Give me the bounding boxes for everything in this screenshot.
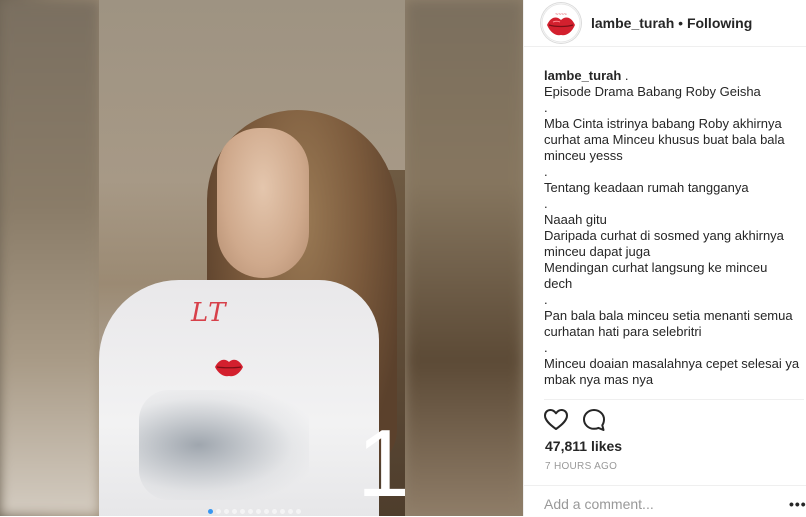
carousel-dot: [256, 509, 261, 514]
header-user: lambe_turah • Following: [591, 15, 752, 31]
post-timestamp[interactable]: 7 HOURS AGO: [545, 461, 617, 472]
more-options-icon[interactable]: •••: [789, 496, 806, 512]
username-link[interactable]: lambe_turah: [591, 15, 674, 31]
comment-bubble-icon[interactable]: [581, 407, 607, 433]
heart-icon[interactable]: [543, 407, 569, 433]
carousel-dot: [296, 509, 301, 514]
caption-line: .: [544, 340, 548, 355]
post-side-panel: ~~~~ lambe_turah • Following lambe_turah…: [523, 0, 806, 516]
caption-line: Tentang keadaan rumah tangganya: [544, 180, 749, 195]
video-frame[interactable]: LT 1: [99, 0, 405, 516]
post-media[interactable]: LT 1: [0, 0, 523, 516]
carousel-dot: [248, 509, 253, 514]
caption-line: mbak nya mas nya: [544, 372, 654, 387]
caption-line: .: [544, 164, 548, 179]
caption-line: .: [544, 292, 548, 307]
caption-line: Minceu doaian masalahnya cepet selesai y…: [544, 356, 800, 371]
svg-text:~~~~: ~~~~: [555, 12, 567, 18]
carousel-dot: [280, 509, 285, 514]
watermark-lt: LT: [191, 298, 228, 328]
caption-line: .: [621, 68, 629, 83]
comment-box: •••: [524, 485, 806, 517]
carousel-dot: [240, 509, 245, 514]
shirt-print: [139, 390, 309, 500]
lips-watermark-icon: [215, 359, 243, 377]
header-separator: •: [674, 15, 687, 31]
avatar[interactable]: ~~~~: [541, 3, 581, 43]
caption-line: Episode Drama Babang Roby Geisha: [544, 84, 761, 99]
caption-line: Pan bala bala minceu setia menanti semua: [544, 308, 793, 323]
carousel-dot: [224, 509, 229, 514]
divider: [544, 399, 804, 400]
following-button[interactable]: Following: [687, 15, 752, 31]
post-actions: [543, 407, 607, 433]
carousel-dot: [288, 509, 293, 514]
caption-line: Naaah gitu: [544, 212, 607, 227]
caption-line: curhatan hati para selebritri: [544, 324, 702, 339]
caption-line: Mendingan curhat langsung ke minceu: [544, 260, 768, 275]
caption-line: curhat ama Minceu khusus buat bala bala: [544, 132, 785, 147]
carousel-dot: [272, 509, 277, 514]
caption-line: minceu yesss: [544, 148, 623, 163]
caption-line: .: [544, 100, 548, 115]
caption-line: .: [544, 196, 548, 211]
carousel-dot: [208, 509, 213, 514]
video-counter: 1: [357, 410, 405, 516]
caption-username-link[interactable]: lambe_turah: [544, 68, 621, 83]
caption-line: Mba Cinta istrinya babang Roby akhirnya: [544, 116, 782, 131]
carousel-dots: [208, 509, 301, 515]
caption-line: minceu dapat juga: [544, 244, 651, 259]
person-face: [217, 128, 309, 278]
caption-line: dech: [544, 276, 573, 291]
media-blur-right: [405, 0, 523, 516]
post-header: ~~~~ lambe_turah • Following: [524, 0, 806, 47]
media-blur-left: [0, 0, 100, 516]
carousel-dot: [232, 509, 237, 514]
caption-line: Daripada curhat di sosmed yang akhirnya: [544, 228, 784, 243]
comment-input[interactable]: [544, 493, 764, 515]
likes-count[interactable]: 47,811 likes: [545, 438, 622, 454]
lips-logo-icon: ~~~~: [541, 3, 581, 43]
caption-first-line: lambe_turah .: [544, 68, 794, 84]
caption: lambe_turah . Episode Drama Babang Roby …: [544, 68, 800, 388]
carousel-dot: [216, 509, 221, 514]
carousel-dot: [264, 509, 269, 514]
